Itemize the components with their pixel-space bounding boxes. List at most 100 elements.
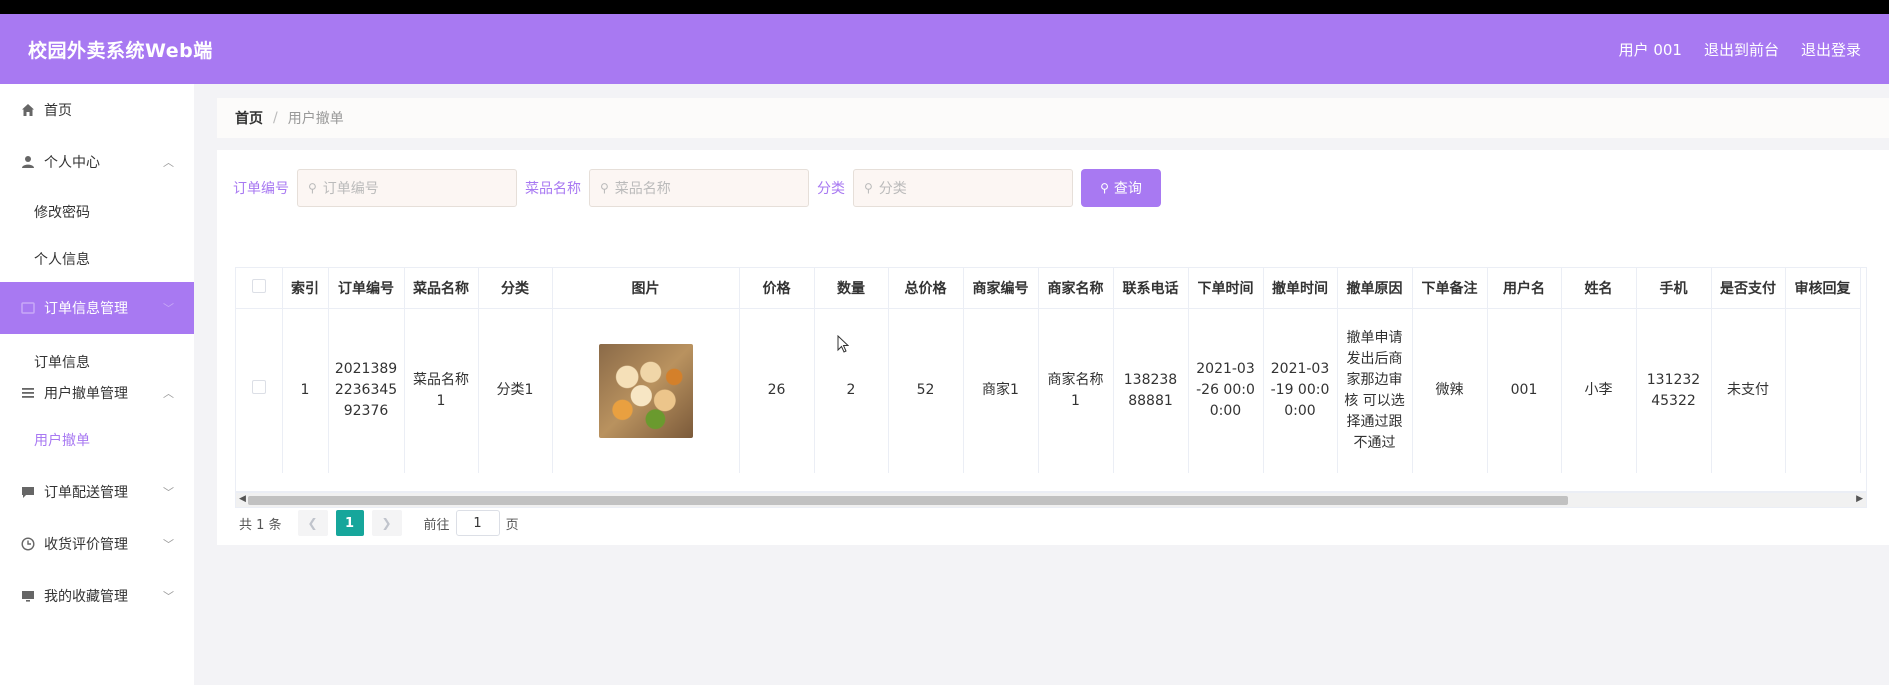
page-number-current[interactable]: 1 xyxy=(335,510,364,536)
breadcrumb-current: 用户撤单 xyxy=(287,111,344,127)
chevron-down-icon: ﹀ xyxy=(163,486,174,499)
sidebar-item-label: 订单信息管理 xyxy=(44,301,128,317)
goto-label: 前往 xyxy=(423,517,450,533)
cell-order-no: 20213892236345 92376 xyxy=(328,308,405,473)
cell-qty: 2 xyxy=(814,308,889,473)
back-to-front-link[interactable]: 退出到前台 xyxy=(1704,39,1779,60)
column-header[interactable]: 商家编号 xyxy=(963,268,1039,309)
column-header[interactable]: 撤单时间 xyxy=(1263,268,1338,309)
app-title: 校园外卖系统Web端 xyxy=(28,39,213,62)
select-all-checkbox[interactable] xyxy=(236,268,283,309)
cell-username: 001 xyxy=(1487,308,1562,473)
cell-index: 1 xyxy=(282,308,329,473)
column-header[interactable]: 联系电话 xyxy=(1113,268,1189,309)
cell-total: 52 xyxy=(888,308,964,473)
chevron-up-icon: ︿ xyxy=(163,156,174,169)
cell-name: 小李 xyxy=(1561,308,1637,473)
column-header[interactable]: 撤单原因 xyxy=(1337,268,1413,309)
cell-price: 26 xyxy=(739,308,815,473)
column-header[interactable]: 索引 xyxy=(282,268,329,309)
list-icon xyxy=(20,385,36,401)
column-header[interactable]: 分类 xyxy=(478,268,553,309)
column-header[interactable]: 下单备注 xyxy=(1412,268,1488,309)
table-header-row: 索引 订单编号 菜品名称 分类 图片 价格 数量 总价格 商家编号 商家名称 联… xyxy=(236,268,1861,309)
sidebar-subitem-change-password[interactable]: 修改密码 xyxy=(0,188,194,235)
row-checkbox[interactable] xyxy=(236,308,283,473)
cell-merchant-name: 商家名称1 xyxy=(1038,308,1114,473)
column-header[interactable]: 商家名称 xyxy=(1038,268,1114,309)
cell-category: 分类1 xyxy=(478,308,553,473)
column-header[interactable]: 图片 xyxy=(552,268,740,309)
dish-image xyxy=(598,343,693,438)
dish-name-input[interactable]: ⚲ 菜品名称 xyxy=(589,169,809,207)
column-header[interactable]: 价格 xyxy=(739,268,815,309)
column-header[interactable]: 审核回复 xyxy=(1785,268,1861,309)
main-panel: 订单编号 ⚲ 订单编号 菜品名称 ⚲ 菜品名称 分类 ⚲ 分类 ⚲ 查询 索引 … xyxy=(217,150,1889,545)
sidebar-item-label: 我的收藏管理 xyxy=(44,589,128,605)
sidebar-subitem-order-info[interactable]: 订单信息 xyxy=(0,334,194,372)
user-icon xyxy=(20,154,36,170)
sidebar-item-label: 用户撤单管理 xyxy=(44,386,128,402)
header-links: 用户 001 退出到前台 退出登录 xyxy=(1619,39,1861,60)
column-header[interactable]: 数量 xyxy=(814,268,889,309)
cell-remark: 微辣 xyxy=(1412,308,1488,473)
scrollbar-thumb[interactable] xyxy=(248,496,1568,505)
search-form: 订单编号 ⚲ 订单编号 菜品名称 ⚲ 菜品名称 分类 ⚲ 分类 ⚲ 查询 xyxy=(233,169,1161,207)
monitor-icon xyxy=(20,588,36,604)
query-button[interactable]: ⚲ 查询 xyxy=(1081,169,1161,207)
sidebar-item-label: 收货评价管理 xyxy=(44,537,128,553)
sidebar-subitem-personal-info[interactable]: 个人信息 xyxy=(0,235,194,282)
cell-mobile: 13123245322 xyxy=(1636,308,1712,473)
column-header[interactable]: 是否支付 xyxy=(1711,268,1786,309)
chevron-down-icon: ﹀ xyxy=(163,538,174,551)
clock-icon xyxy=(20,536,36,552)
search-icon: ⚲ xyxy=(308,181,317,195)
goto-page-input[interactable]: 1 xyxy=(455,510,500,536)
sidebar-item-label: 订单配送管理 xyxy=(44,485,128,501)
cell-dish: 菜品名称1 xyxy=(404,308,479,473)
app-header: 校园外卖系统Web端 用户 001 退出到前台 退出登录 xyxy=(0,14,1889,84)
sidebar-item-delivery-mgmt[interactable]: 订单配送管理 ﹀ xyxy=(0,466,194,518)
top-black-strip xyxy=(0,0,1889,14)
order-no-input[interactable]: ⚲ 订单编号 xyxy=(297,169,517,207)
table-horizontal-scrollbar[interactable]: ◀ ▶ xyxy=(235,492,1867,508)
sidebar-item-personal-center[interactable]: 个人中心 ︿ xyxy=(0,136,194,188)
category-label: 分类 xyxy=(817,181,845,197)
scroll-right-arrow-icon[interactable]: ▶ xyxy=(1856,494,1863,504)
page-suffix: 页 xyxy=(505,517,519,533)
search-icon: ⚲ xyxy=(1100,181,1109,195)
prev-page-button[interactable]: ❮ xyxy=(297,510,328,536)
sidebar-item-review-mgmt[interactable]: 收货评价管理 ﹀ xyxy=(0,518,194,570)
column-header[interactable]: 菜品名称 xyxy=(404,268,479,309)
sidebar-item-favorites-mgmt[interactable]: 我的收藏管理 ﹀ xyxy=(0,570,194,622)
scroll-left-arrow-icon[interactable]: ◀ xyxy=(239,494,246,504)
logout-link[interactable]: 退出登录 xyxy=(1801,39,1861,60)
current-user-label[interactable]: 用户 001 xyxy=(1619,39,1682,60)
column-header[interactable]: 总价格 xyxy=(888,268,964,309)
sidebar-item-label: 个人中心 xyxy=(44,155,100,171)
pagination-total: 共 1 条 xyxy=(239,517,282,533)
order-icon xyxy=(20,300,36,316)
cell-order-time: 2021-03-26 00:00:00 xyxy=(1188,308,1264,473)
column-header[interactable]: 用户名 xyxy=(1487,268,1562,309)
category-input[interactable]: ⚲ 分类 xyxy=(853,169,1073,207)
column-header[interactable]: 姓名 xyxy=(1561,268,1637,309)
home-icon xyxy=(20,102,36,118)
sidebar-subitem-user-cancel[interactable]: 用户撤单 xyxy=(0,414,194,466)
cancel-orders-table: 索引 订单编号 菜品名称 分类 图片 价格 数量 总价格 商家编号 商家名称 联… xyxy=(235,267,1867,492)
next-page-button[interactable]: ❯ xyxy=(371,510,402,536)
breadcrumb-separator: / xyxy=(273,110,278,126)
cell-cancel-reason: 撤单申请发出后商家那边审核 可以选择通过跟不通过 xyxy=(1337,308,1413,473)
sidebar-item-cancel-mgmt[interactable]: 用户撤单管理 ︿ xyxy=(0,372,194,414)
sidebar-item-order-info-mgmt[interactable]: 订单信息管理 ﹀ xyxy=(0,282,194,334)
cell-merchant-no: 商家1 xyxy=(963,308,1039,473)
search-icon: ⚲ xyxy=(600,181,609,195)
sidebar-item-home[interactable]: 首页 xyxy=(0,84,194,136)
column-header[interactable]: 下单时间 xyxy=(1188,268,1264,309)
chat-icon xyxy=(20,484,36,500)
column-header[interactable]: 手机 xyxy=(1636,268,1712,309)
cell-paid: 未支付 xyxy=(1711,308,1786,473)
table-row[interactable]: 1 20213892236345 92376 菜品名称1 分类1 26 2 52… xyxy=(236,308,1861,473)
column-header[interactable]: 订单编号 xyxy=(328,268,405,309)
breadcrumb-home[interactable]: 首页 xyxy=(235,108,263,128)
